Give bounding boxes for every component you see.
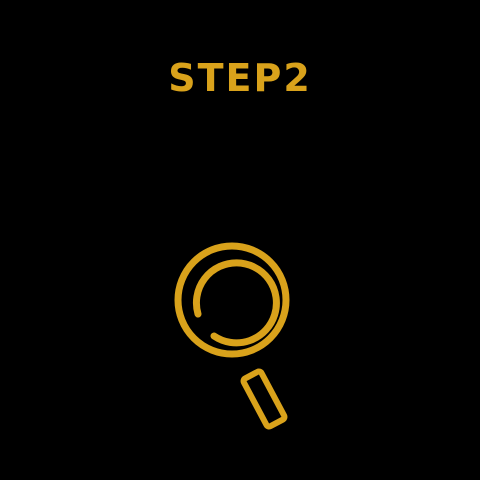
step-card: STEP2 bbox=[0, 0, 480, 480]
magnifying-glass-icon bbox=[160, 222, 320, 432]
step-title: STEP2 bbox=[168, 56, 312, 100]
